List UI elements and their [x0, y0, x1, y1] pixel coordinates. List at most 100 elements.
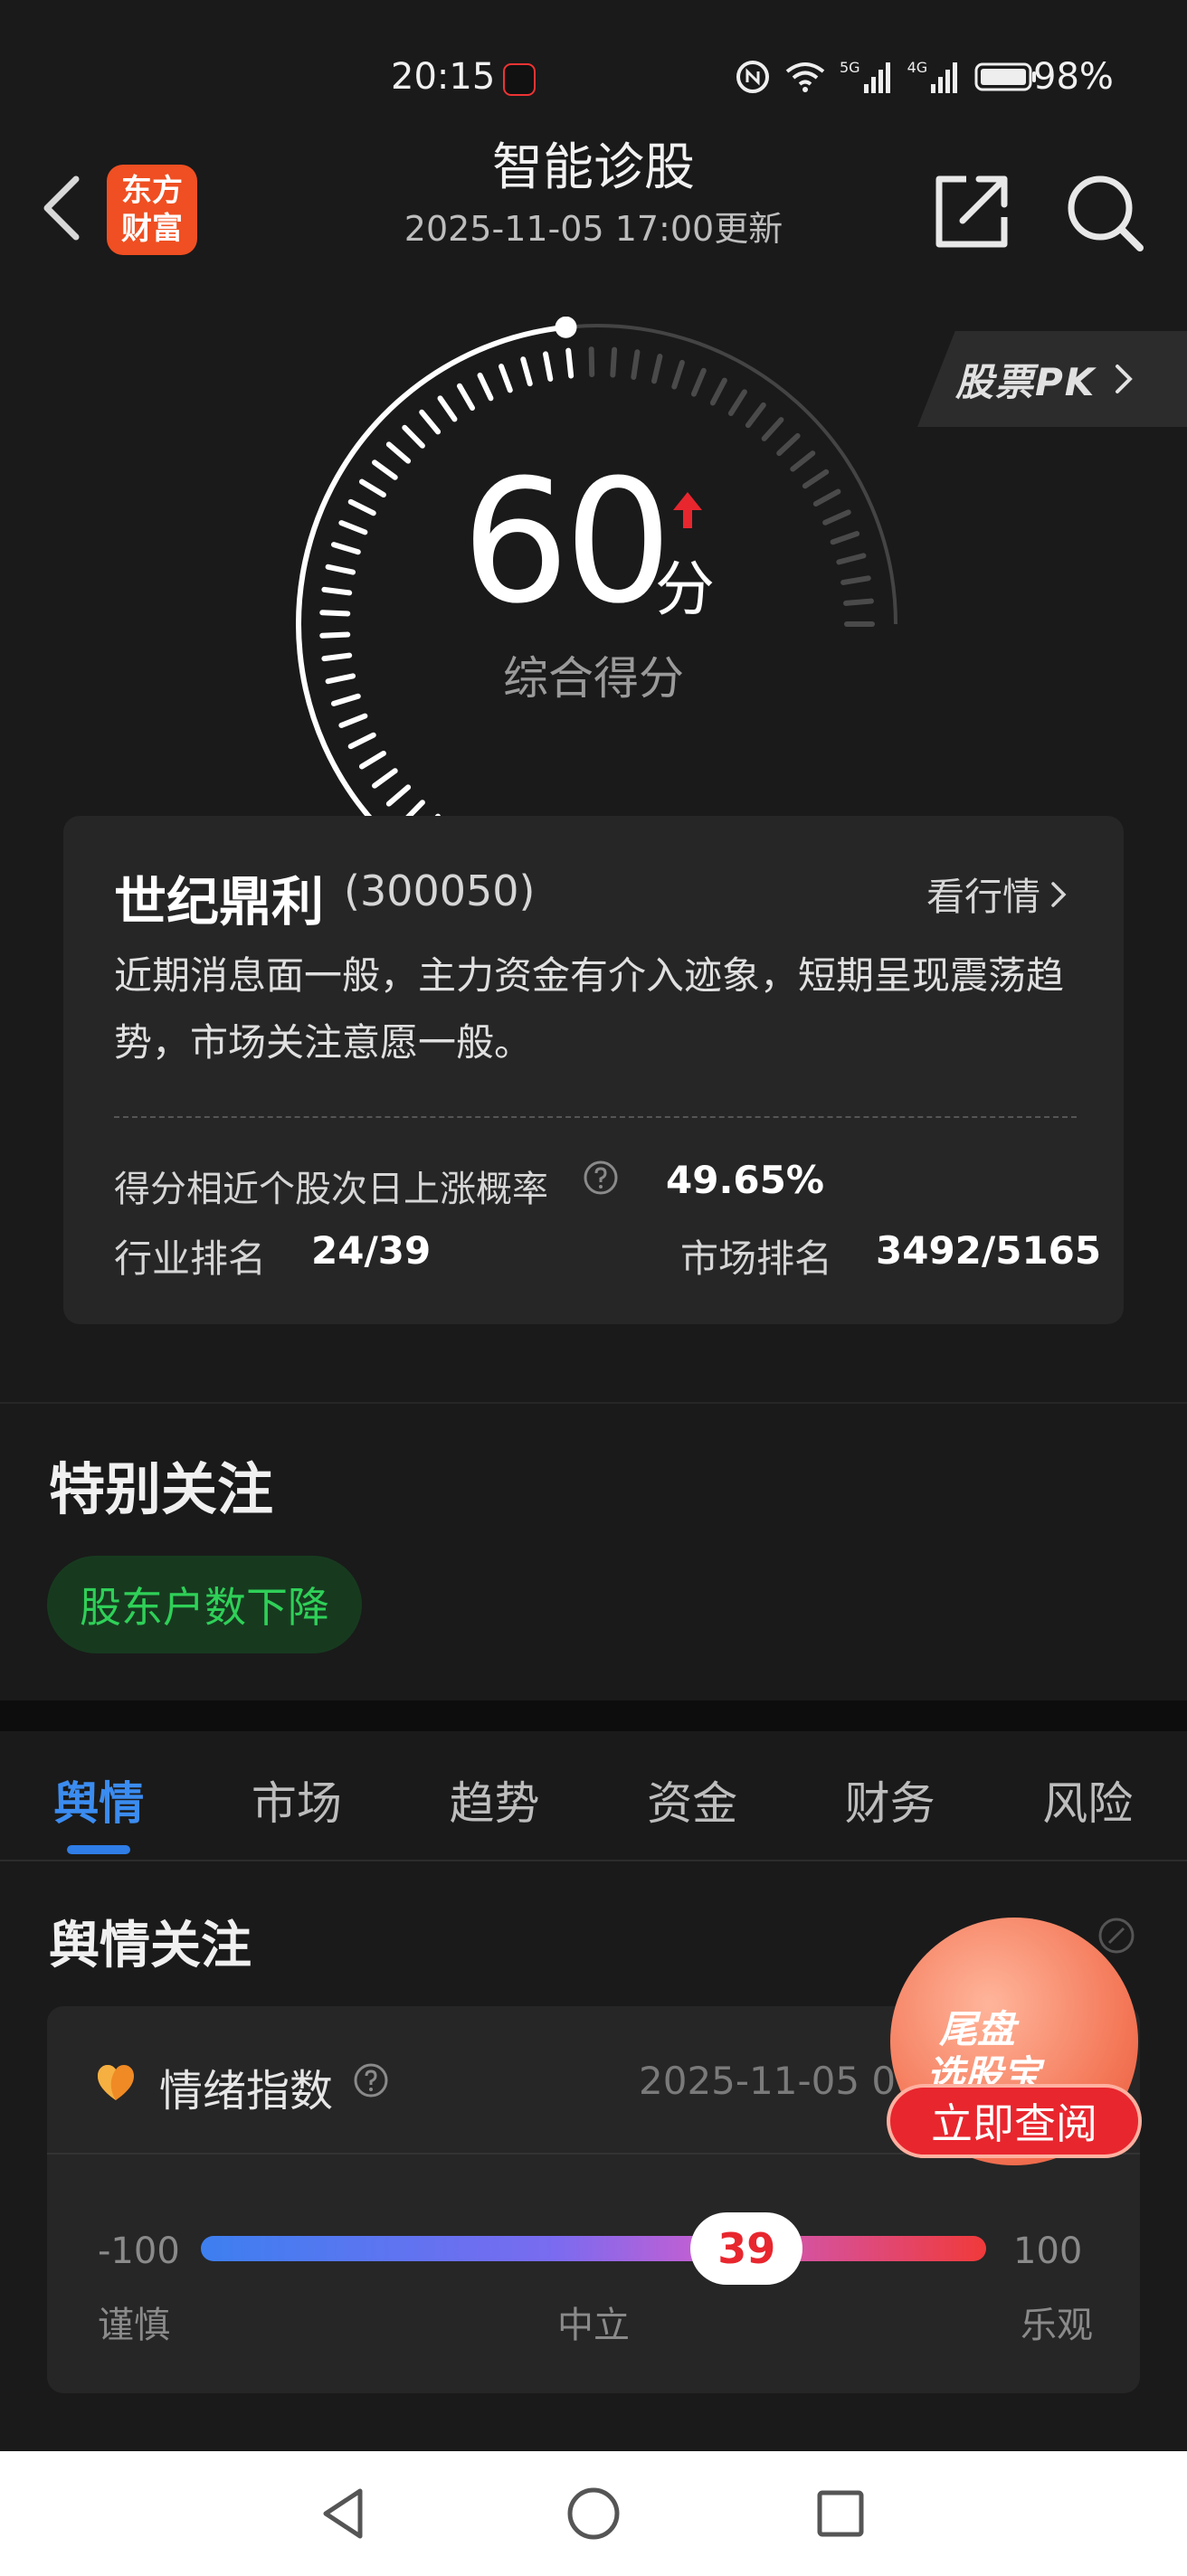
gauge-tick [457, 383, 475, 411]
arrow-up-icon [673, 492, 702, 528]
active-tab-indicator [67, 1845, 130, 1854]
score-label: 综合得分 [503, 652, 684, 705]
tab-label: 财务 [844, 1777, 935, 1830]
tab-finance[interactable]: 财务 [791, 1731, 989, 1860]
gauge-tick [330, 542, 361, 555]
share-icon [935, 175, 1008, 248]
gauge-tick [437, 395, 458, 422]
question-circle-icon[interactable] [353, 2062, 389, 2098]
sentiment-value-thumb: 39 [690, 2212, 803, 2285]
gauge-tick [588, 346, 595, 378]
gauge-tick [843, 598, 874, 606]
score-value: 60 [461, 443, 672, 641]
gauge-tick [477, 372, 494, 402]
network-5g-label: 5G [840, 59, 860, 76]
tabs-border [0, 1860, 1187, 1861]
wifi-icon [785, 62, 825, 92]
market-rank-label: 市场排名 [680, 1236, 833, 1281]
closing-stock-picker-promo[interactable]: 尾盘 选股宝 立即查阅 [883, 1908, 1145, 2171]
gauge-tick [565, 347, 575, 379]
tab-label: 风险 [1042, 1777, 1134, 1830]
gauge-tick [402, 424, 425, 449]
gauge-tick [812, 488, 841, 507]
gauge-tick [822, 509, 851, 526]
gauge-indicator-dot [555, 317, 577, 338]
tab-label: 资金 [647, 1777, 738, 1830]
tab-sentiment[interactable]: 舆情 [0, 1731, 198, 1860]
nfc-icon [736, 61, 769, 93]
battery-percent: 98% [1033, 56, 1114, 98]
gauge-tick [610, 346, 618, 378]
sentiment-index-label: 情绪指数 [159, 2066, 334, 2117]
stock-name: 世纪鼎利 [114, 871, 325, 933]
tab-market[interactable]: 市场 [198, 1731, 396, 1860]
rise-probability-label: 得分相近个股次日上涨概率 [114, 1169, 548, 1210]
gauge-tick [761, 417, 784, 441]
tab-label: 市场 [251, 1777, 342, 1830]
gauge-tick [347, 498, 376, 516]
special-attention-tag[interactable]: 股东户数下降 [47, 1556, 362, 1653]
system-back-icon[interactable] [313, 2482, 376, 2545]
gauge-tick [319, 610, 351, 617]
tiktok-notification-icon [503, 63, 536, 96]
tab-label: 趋势 [449, 1777, 540, 1830]
system-home-icon[interactable] [562, 2482, 625, 2545]
gauge-tick [338, 520, 368, 535]
sentiment-section-title: 舆情关注 [49, 1917, 252, 1975]
gauge-tick [776, 432, 801, 457]
gauge-tick [499, 364, 513, 393]
chevron-right-icon [1051, 881, 1067, 907]
gauge-tick [709, 377, 727, 406]
rise-probability-value: 49.65% [666, 1158, 824, 1202]
gauge-tick [319, 631, 351, 639]
analysis-tabs: 舆情 市场 趋势 资金 财务 风险 [0, 1731, 1187, 1860]
section-gap [0, 1700, 1187, 1731]
chevron-right-icon [1116, 365, 1134, 393]
stock-summary-card: 世纪鼎利 (300050) 看行情 近期消息面一般，主力资金有介入迹象，短期呈现… [63, 816, 1124, 1324]
section-divider [0, 1402, 1187, 1404]
gauge-tick [840, 575, 871, 585]
stock-pk-button[interactable]: 股票PK [917, 331, 1187, 427]
gauge-tick [790, 450, 816, 472]
sentiment-date: 2025-11-05 0 [639, 2059, 897, 2103]
stock-pk-label: 股票PK [955, 359, 1097, 404]
battery-icon [974, 62, 1037, 91]
sentiment-neutral-label: 中立 [557, 2305, 630, 2346]
gauge-tick [347, 732, 376, 750]
sentiment-max: 100 [1013, 2230, 1083, 2272]
status-icons: 5G 4G [735, 58, 1038, 96]
gauge-tick [631, 349, 641, 380]
search-icon [1068, 175, 1144, 251]
market-rank-value: 3492/5165 [876, 1228, 1102, 1273]
gauge-tick [325, 564, 356, 575]
tab-risk[interactable]: 风险 [989, 1731, 1187, 1860]
share-button[interactable] [926, 166, 1017, 257]
gauge-tick [385, 784, 412, 807]
sentiment-optimistic-label: 乐观 [1021, 2305, 1093, 2346]
gauge-tick [372, 459, 398, 480]
gauge-tick [419, 409, 442, 435]
system-recents-icon[interactable] [809, 2482, 872, 2545]
question-circle-icon[interactable] [583, 1160, 619, 1196]
gauge-tick [338, 713, 368, 728]
network-4g-label: 4G [907, 59, 928, 76]
signal-5g-icon [863, 62, 890, 93]
status-time: 20:15 [391, 56, 496, 98]
tab-capital[interactable]: 资金 [594, 1731, 792, 1860]
view-now-button[interactable]: 立即查阅 [887, 2084, 1142, 2158]
gauge-tick [372, 768, 398, 789]
view-market-link[interactable]: 看行情 [926, 867, 1069, 922]
gauge-tick [321, 586, 353, 596]
gauge-tick [520, 356, 533, 387]
gauge-tick [358, 750, 386, 770]
dashed-divider [114, 1116, 1077, 1118]
tab-trend[interactable]: 趋势 [395, 1731, 594, 1860]
gauge-tick [671, 359, 685, 390]
search-button[interactable] [1059, 166, 1149, 257]
gauge-tick [727, 389, 747, 416]
sentiment-min: -100 [98, 2230, 180, 2272]
gauge-tick [830, 531, 860, 545]
special-attention-title: 特别关注 [49, 1456, 274, 1522]
gauge-tick [836, 553, 867, 565]
score-unit: 分 [655, 554, 715, 624]
